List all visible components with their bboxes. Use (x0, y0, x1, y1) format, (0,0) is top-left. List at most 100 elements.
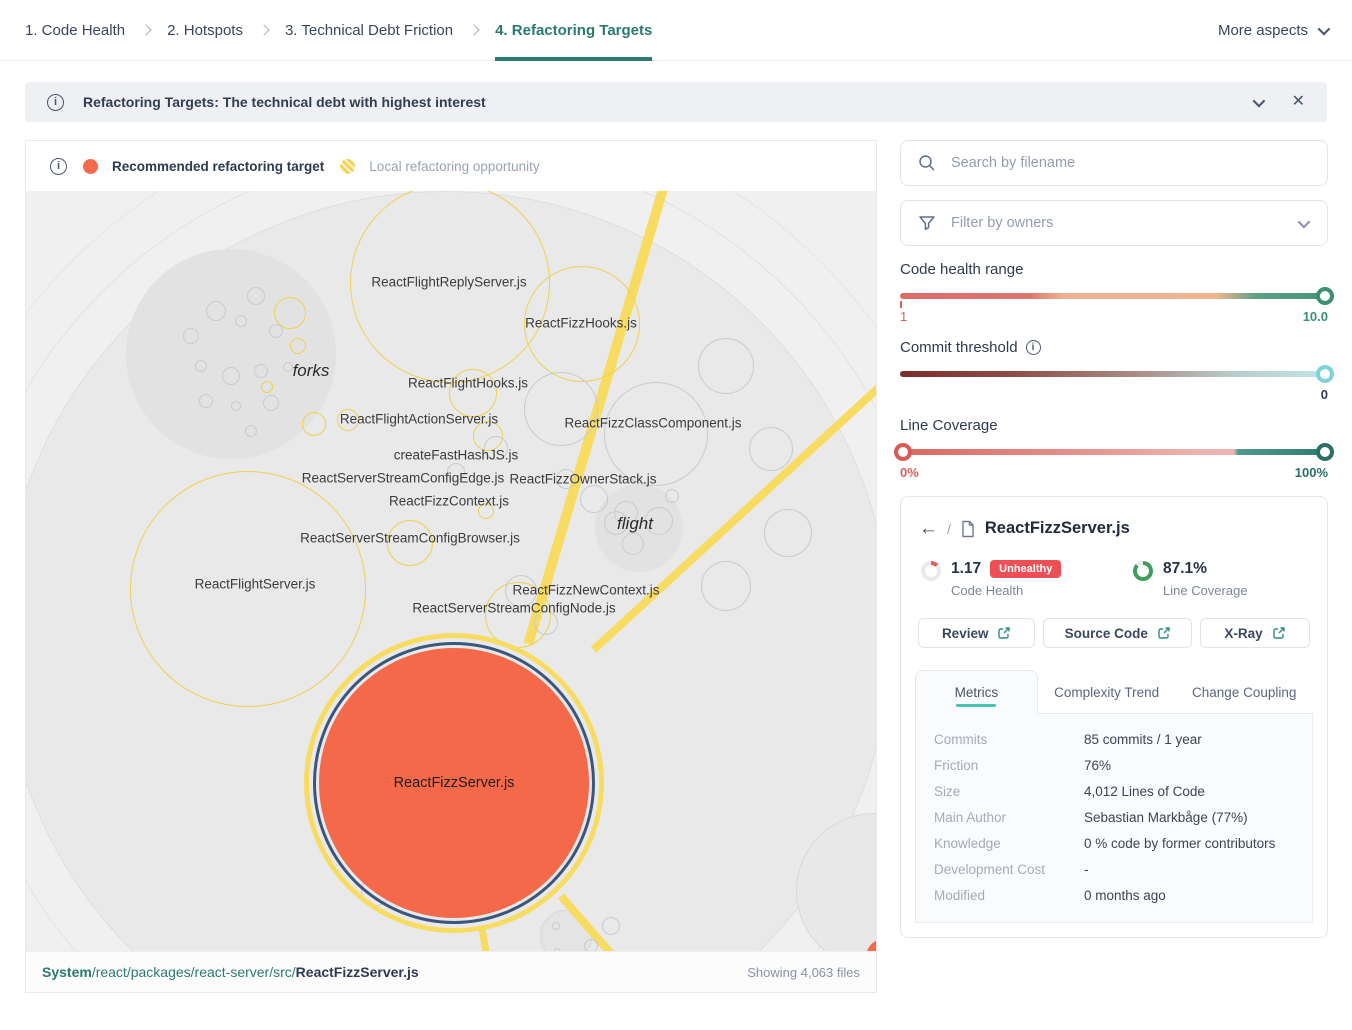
file-bubble[interactable] (764, 509, 812, 557)
refactoring-targets-page: 1. Code Health 2. Hotspots 3. Technical … (0, 0, 1352, 1030)
collapse-banner-icon[interactable] (1252, 94, 1265, 107)
chevron-right-icon (258, 24, 269, 35)
external-link-icon (997, 626, 1011, 640)
commit-threshold-info-icon[interactable] (1026, 340, 1041, 355)
metric-label: Friction (934, 758, 1084, 773)
file-icon (960, 520, 976, 538)
path-mid: /react/packages/react-server/src/ (92, 964, 296, 980)
file-bubble[interactable] (231, 401, 241, 411)
nav-hotspots[interactable]: 2. Hotspots (167, 0, 243, 60)
metric-label: Development Cost (934, 862, 1084, 877)
file-bubble[interactable] (622, 533, 644, 555)
file-bubble[interactable] (665, 489, 679, 503)
file-bubble[interactable] (206, 301, 226, 321)
file-label[interactable]: ReactFizzContext.js (389, 494, 509, 509)
back-arrow-icon[interactable]: ← (919, 519, 938, 538)
nav-code-health[interactable]: 1. Code Health (25, 0, 125, 60)
file-label[interactable]: ReactServerStreamConfigNode.js (412, 601, 615, 616)
legend-info-icon[interactable] (50, 158, 67, 175)
path-root: System (42, 964, 92, 980)
file-label[interactable]: ReactFizzNewContext.js (512, 583, 659, 598)
source-code-button-label: Source Code (1065, 626, 1148, 641)
line-coverage-max-value: 100% (1295, 465, 1328, 480)
file-bubble[interactable] (235, 315, 247, 327)
xray-button[interactable]: X-Ray (1200, 618, 1310, 648)
line-coverage-slider-track[interactable] (900, 449, 1328, 455)
file-bubble[interactable] (584, 939, 598, 951)
file-bubble[interactable] (183, 328, 199, 344)
legend-recommended: Recommended refactoring target (83, 159, 324, 174)
commit-threshold-slider-track[interactable] (900, 371, 1328, 377)
code-health-range-filter: Code health range 1 10.0 (900, 261, 1328, 324)
breadcrumb-file-path: System/react/packages/react-server/src/R… (42, 964, 419, 980)
owners-filter-dropdown[interactable]: Filter by owners (900, 200, 1328, 246)
xray-button-label: X-Ray (1224, 626, 1262, 641)
file-label[interactable]: ReactFizzClassComponent.js (564, 416, 741, 431)
file-bubble[interactable] (580, 485, 608, 513)
file-label[interactable]: ReactFizzOwnerStack.js (509, 472, 656, 487)
commit-threshold-handle[interactable] (1316, 365, 1334, 383)
file-bubble[interactable] (247, 287, 265, 305)
file-label[interactable]: ReactFlightHooks.js (408, 376, 528, 391)
line-coverage-max-handle[interactable] (1316, 443, 1334, 461)
more-aspects-button[interactable]: More aspects (1218, 22, 1327, 39)
tab-metrics[interactable]: Metrics (915, 670, 1038, 714)
file-bubble[interactable] (245, 425, 257, 437)
file-bubble[interactable] (283, 362, 293, 372)
file-bubble[interactable] (698, 338, 754, 394)
nav-technical-debt-friction[interactable]: 3. Technical Debt Friction (285, 0, 453, 60)
search-box[interactable] (900, 140, 1328, 186)
bubble-chart[interactable]: ReactFizzServer.js ReactFlightReplyServe… (26, 191, 876, 951)
file-bubble[interactable] (222, 367, 240, 385)
file-label[interactable]: ReactFlightReplyServer.js (371, 275, 526, 290)
file-bubble[interactable] (749, 427, 793, 471)
selected-bubble-reactfizzserver[interactable]: ReactFizzServer.js (304, 633, 604, 933)
line-coverage-min-handle[interactable] (894, 443, 912, 461)
code-health-caption: Code Health (951, 583, 1061, 598)
path-separator: / (947, 521, 951, 537)
file-label[interactable]: ReactServerStreamConfigBrowser.js (300, 531, 520, 546)
file-details-card: ← / ReactFizzServer.js 1.17 Unhealthy (900, 496, 1328, 938)
metric-row: Main AuthorSebastian Markbåge (77%) (916, 804, 1312, 830)
file-bubble[interactable] (195, 360, 207, 372)
file-bubble[interactable] (261, 381, 273, 393)
file-bubble[interactable] (701, 561, 751, 611)
file-bubble[interactable] (604, 382, 708, 486)
file-label[interactable]: ReactFizzHooks.js (525, 316, 637, 331)
file-bubble[interactable] (290, 338, 306, 354)
file-bubble[interactable] (269, 324, 283, 338)
file-label[interactable]: ReactFlightServer.js (195, 577, 316, 592)
file-bubble[interactable] (263, 395, 279, 411)
file-bubble[interactable] (602, 917, 620, 935)
external-link-icon (1157, 626, 1171, 640)
close-banner-icon[interactable]: ✕ (1292, 94, 1305, 110)
code-health-max-handle[interactable] (1316, 287, 1334, 305)
source-code-button[interactable]: Source Code (1043, 618, 1192, 648)
code-health-slider-track[interactable] (900, 293, 1328, 299)
file-label[interactable]: createFastHashJS.js (394, 448, 519, 463)
code-health-min-handle[interactable] (900, 301, 902, 308)
file-bubble[interactable] (302, 412, 326, 436)
info-banner: Refactoring Targets: The technical debt … (25, 82, 1327, 122)
search-input[interactable] (951, 155, 1311, 171)
search-icon (917, 153, 937, 173)
details-tabs: Metrics Complexity Trend Change Coupling (915, 670, 1313, 714)
review-button[interactable]: Review (918, 618, 1035, 648)
file-label[interactable]: ReactServerStreamConfigEdge.js (302, 471, 505, 486)
metric-label: Modified (934, 888, 1084, 903)
file-bubble[interactable] (199, 394, 213, 408)
metric-value: 76% (1084, 758, 1111, 773)
top-nav: 1. Code Health 2. Hotspots 3. Technical … (0, 0, 1352, 61)
info-icon[interactable] (47, 94, 64, 111)
nav-refactoring-targets[interactable]: 4. Refactoring Targets (495, 0, 652, 60)
file-bubble[interactable] (524, 372, 598, 446)
more-aspects-label: More aspects (1218, 22, 1308, 39)
file-bubble[interactable] (254, 364, 268, 378)
file-label[interactable]: ReactFlightActionServer.js (340, 412, 498, 427)
tab-change-coupling[interactable]: Change Coupling (1175, 670, 1313, 714)
right-panel: Filter by owners Code health range 1 10.… (900, 140, 1328, 938)
line-coverage-caption: Line Coverage (1163, 583, 1248, 598)
chevron-right-icon (468, 24, 479, 35)
file-bubble[interactable] (554, 948, 560, 951)
tab-complexity-trend[interactable]: Complexity Trend (1038, 670, 1176, 714)
